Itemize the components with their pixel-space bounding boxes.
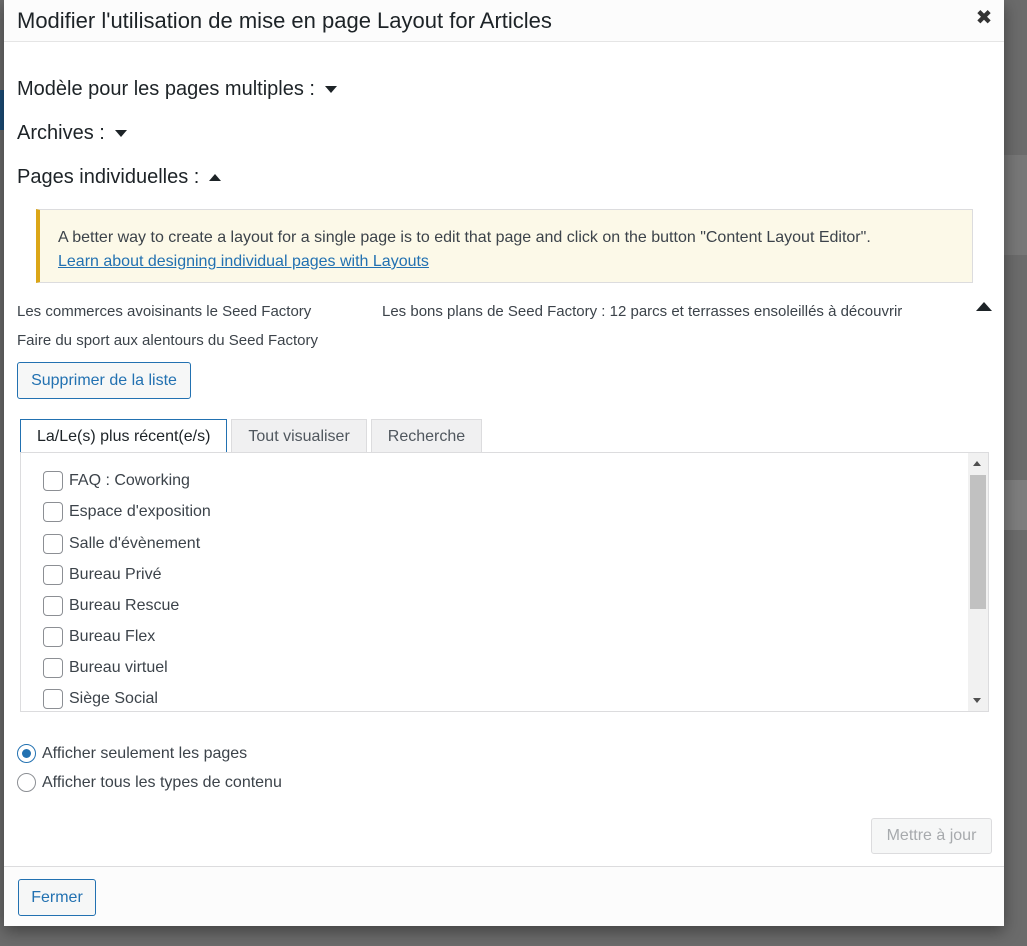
list-item[interactable]: FAQ : Coworking	[43, 471, 190, 491]
section-individual-pages-label: Pages individuelles :	[17, 166, 200, 188]
tab-search[interactable]: Recherche	[370, 419, 483, 453]
page-checkbox[interactable]	[43, 658, 63, 678]
layout-usage-dialog: Modifier l'utilisation de mise en page L…	[4, 0, 1004, 926]
close-icon[interactable]: ✖	[974, 8, 994, 28]
list-item[interactable]: Espace d'exposition	[43, 502, 211, 522]
page-checkbox[interactable]	[43, 471, 63, 491]
list-item[interactable]: Salle d'évènement	[43, 534, 200, 554]
list-item-label: FAQ : Coworking	[69, 472, 190, 489]
radio-pages-only[interactable]: Afficher seulement les pages	[17, 744, 247, 763]
page-checkbox[interactable]	[43, 565, 63, 585]
caret-up-icon	[209, 174, 222, 181]
notice-text: A better way to create a layout for a si…	[58, 229, 871, 246]
radio-button[interactable]	[17, 744, 36, 763]
list-item[interactable]: Bureau Flex	[43, 627, 155, 647]
page-checkbox[interactable]	[43, 534, 63, 554]
layouts-help-link[interactable]: Learn about designing individual pages w…	[58, 253, 429, 270]
list-item-label: Bureau Rescue	[69, 597, 180, 614]
section-multiple-pages-label: Modèle pour les pages multiples :	[17, 78, 315, 100]
pages-checklist: FAQ : Coworking Espace d'exposition Sall…	[20, 452, 989, 712]
list-item[interactable]: Bureau Rescue	[43, 596, 179, 616]
section-multiple-pages-toggle[interactable]: Modèle pour les pages multiples :	[17, 78, 337, 101]
info-notice: A better way to create a layout for a si…	[36, 209, 973, 283]
radio-label: Afficher seulement les pages	[42, 744, 248, 762]
list-item-label: Bureau Flex	[69, 628, 156, 645]
dialog-title: Modifier l'utilisation de mise en page L…	[17, 8, 552, 33]
scroll-down-icon[interactable]	[973, 698, 981, 703]
list-item-label: Espace d'exposition	[69, 503, 211, 520]
page-checkbox[interactable]	[43, 596, 63, 616]
update-button[interactable]: Mettre à jour	[871, 818, 992, 854]
radio-label: Afficher tous les types de contenu	[42, 773, 282, 791]
scroll-up-icon[interactable]	[973, 461, 981, 466]
list-item-label: Bureau Privé	[69, 566, 162, 583]
tab-most-recent[interactable]: La/Le(s) plus récent(e/s)	[20, 419, 228, 454]
list-item[interactable]: Bureau Privé	[43, 565, 162, 585]
section-individual-pages-toggle[interactable]: Pages individuelles :	[17, 166, 222, 189]
caret-down-icon	[114, 130, 127, 137]
list-item-label: Bureau virtuel	[69, 659, 168, 676]
page-tabs: La/Le(s) plus récent(e/s) Tout visualise…	[20, 419, 483, 454]
list-item[interactable]: Siège Social	[43, 689, 158, 709]
section-archives-label: Archives :	[17, 122, 105, 144]
scroll-thumb[interactable]	[970, 475, 986, 609]
backdrop-block	[1004, 155, 1027, 255]
list-item-label: Salle d'évènement	[69, 535, 201, 552]
radio-all-content-types[interactable]: Afficher tous les types de contenu	[17, 773, 282, 792]
page-checkbox[interactable]	[43, 689, 63, 709]
list-item[interactable]: Bureau virtuel	[43, 658, 168, 678]
assigned-page-item[interactable]: Les commerces avoisinants le Seed Factor…	[17, 303, 311, 320]
page-checkbox[interactable]	[43, 627, 63, 647]
close-button[interactable]: Fermer	[18, 879, 96, 916]
caret-down-icon	[324, 86, 337, 93]
page-checkbox[interactable]	[43, 502, 63, 522]
dialog-header: Modifier l'utilisation de mise en page L…	[4, 0, 1004, 42]
remove-from-list-button[interactable]: Supprimer de la liste	[17, 362, 191, 399]
tab-view-all[interactable]: Tout visualiser	[231, 419, 367, 453]
backdrop-block	[1004, 480, 1027, 530]
assigned-page-item[interactable]: Les bons plans de Seed Factory : 12 parc…	[382, 303, 902, 320]
list-scrollbar[interactable]	[968, 453, 988, 711]
dialog-footer: Fermer	[4, 866, 1004, 926]
list-item-label: Siège Social	[69, 690, 158, 707]
radio-button[interactable]	[17, 773, 36, 792]
section-archives-toggle[interactable]: Archives :	[17, 122, 127, 145]
assigned-page-item[interactable]: Faire du sport aux alentours du Seed Fac…	[17, 332, 318, 349]
collapse-up-icon[interactable]	[976, 302, 992, 311]
